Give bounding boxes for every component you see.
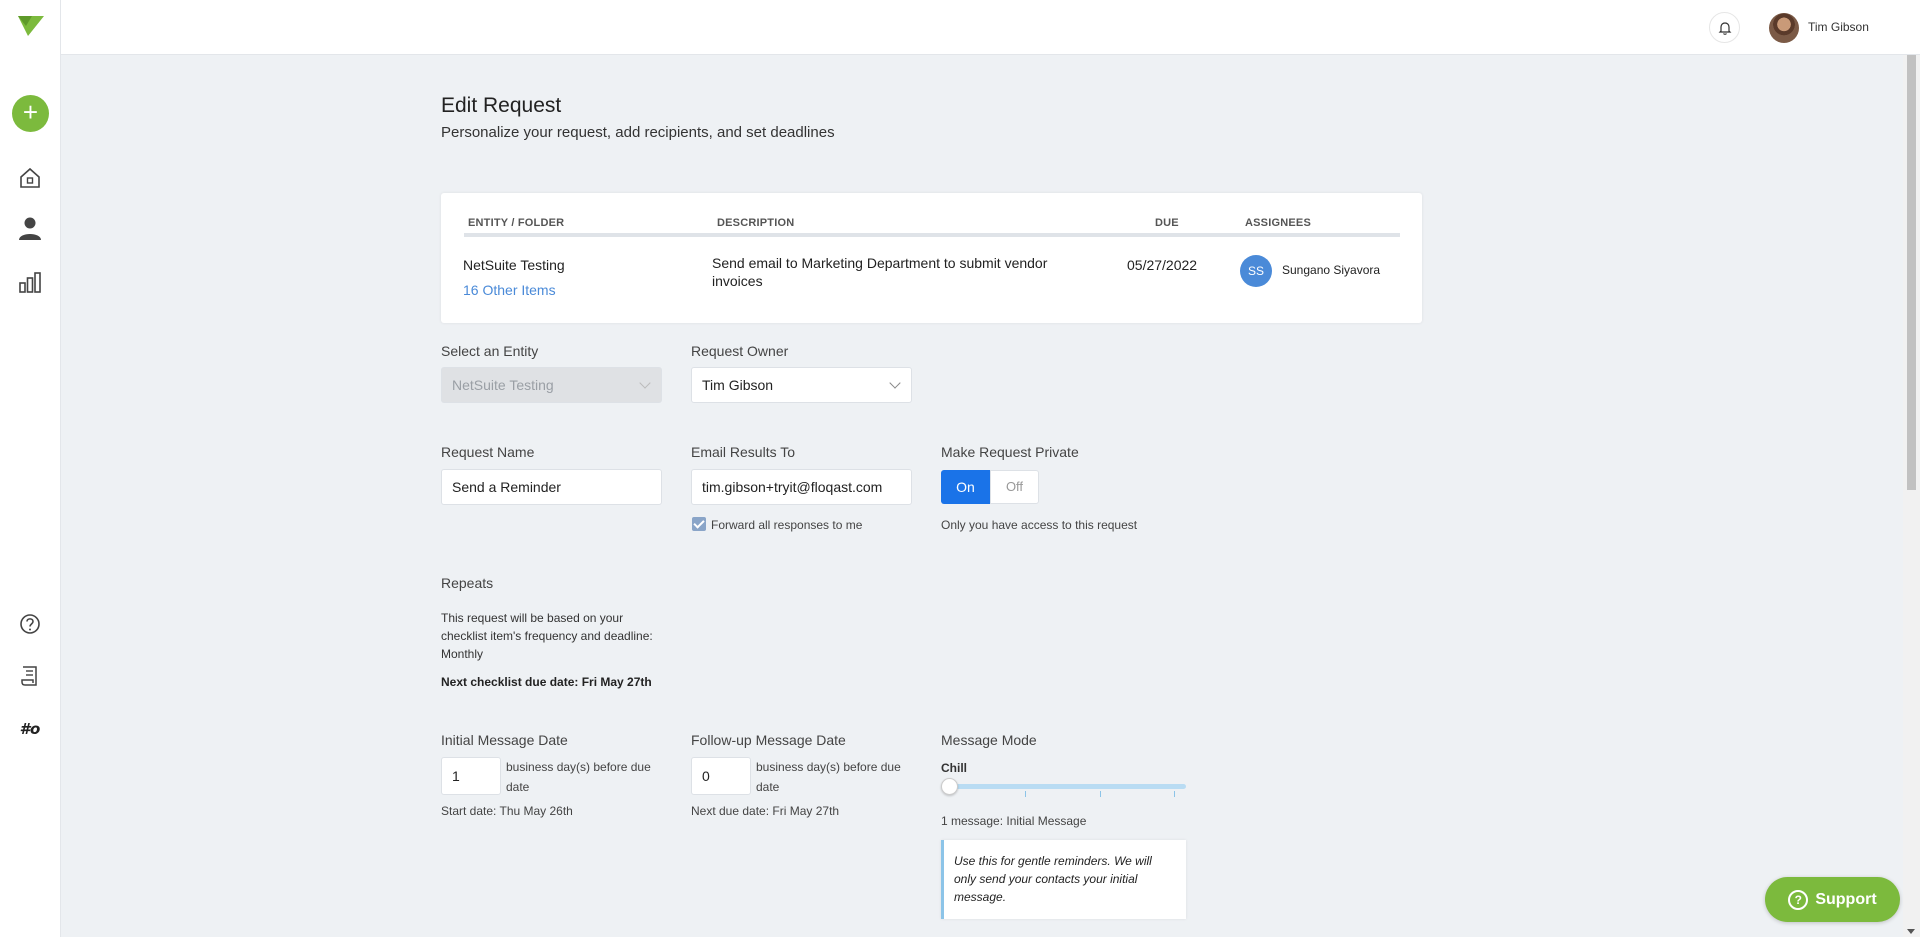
add-button[interactable]: + xyxy=(12,95,49,132)
bell-icon xyxy=(1718,21,1731,35)
logo-icon[interactable] xyxy=(18,14,44,38)
user-name[interactable]: Tim Gibson xyxy=(1808,20,1869,34)
followup-days-input[interactable] xyxy=(691,757,751,795)
email-label: Email Results To xyxy=(691,444,796,460)
message-mode-label: Message Mode xyxy=(941,732,1037,748)
slider-tick xyxy=(1100,791,1101,797)
question-icon: ? xyxy=(1788,889,1809,910)
entity-select-value: NetSuite Testing xyxy=(452,377,554,393)
scroll-down-arrow[interactable] xyxy=(1907,929,1915,934)
scrollbar-thumb[interactable] xyxy=(1907,55,1916,490)
assignee-avatar: SS xyxy=(1240,255,1272,287)
next-due-date: Next checklist due date: Fri May 27th xyxy=(441,675,652,689)
message-mode-value: Chill xyxy=(941,761,967,775)
slider-tick xyxy=(1025,791,1026,797)
help-icon[interactable] xyxy=(16,610,44,638)
other-items-link[interactable]: 16 Other Items xyxy=(463,282,556,298)
request-name-label: Request Name xyxy=(441,444,535,460)
followup-next-date: Next due date: Fri May 27th xyxy=(691,804,840,818)
message-count: 1 message: Initial Message xyxy=(941,814,1087,828)
followup-date-label: Follow-up Message Date xyxy=(691,732,846,748)
forward-label: Forward all responses to me xyxy=(711,518,863,532)
message-mode-info-text: Use this for gentle reminders. We will o… xyxy=(954,854,1152,904)
notes-icon[interactable] xyxy=(16,662,44,690)
page-scrollbar[interactable] xyxy=(1903,55,1920,937)
private-label: Make Request Private xyxy=(941,444,1079,460)
chevron-down-icon xyxy=(639,377,651,389)
chevron-down-icon xyxy=(889,377,901,389)
slider-handle[interactable] xyxy=(941,778,958,795)
owner-select[interactable]: Tim Gibson xyxy=(691,367,912,403)
chart-icon[interactable] xyxy=(16,268,44,296)
top-bar xyxy=(61,0,1920,55)
entity-label: Select an Entity xyxy=(441,343,539,359)
person-icon[interactable] xyxy=(16,214,44,242)
header-due: DUE xyxy=(1155,217,1179,229)
support-label: Support xyxy=(1815,890,1877,908)
description-line-2: invoices xyxy=(712,273,763,289)
forward-checkbox[interactable] xyxy=(692,517,706,531)
sidebar: + #o xyxy=(0,0,61,937)
initial-start-date: Start date: Thu May 26th xyxy=(441,804,573,818)
avatar[interactable] xyxy=(1769,13,1799,43)
page-subtitle: Personalize your request, add recipients… xyxy=(441,124,835,141)
header-description: DESCRIPTION xyxy=(717,217,795,229)
initial-days-suffix: business day(s) before due date xyxy=(506,760,651,794)
home-icon[interactable] xyxy=(16,164,44,192)
owner-select-value: Tim Gibson xyxy=(702,377,774,393)
add-icon: + xyxy=(22,97,39,127)
assignee-name: Sungano Siyavora xyxy=(1282,263,1381,277)
private-off-button[interactable]: Off xyxy=(990,470,1039,504)
notifications-button[interactable] xyxy=(1709,12,1740,43)
owner-label: Request Owner xyxy=(691,343,789,359)
private-on-button[interactable]: On xyxy=(941,470,990,504)
due-date: 05/27/2022 xyxy=(1127,257,1198,273)
initial-days-input[interactable] xyxy=(441,757,501,795)
page-title: Edit Request xyxy=(441,94,562,117)
message-mode-info: Use this for gentle reminders. We will o… xyxy=(941,840,1186,919)
message-mode-slider[interactable] xyxy=(949,784,1186,789)
description-line-1: Send email to Marketing Department to su… xyxy=(712,255,1048,271)
support-button[interactable]: ? Support xyxy=(1765,877,1900,922)
repeats-text: This request will be based on your check… xyxy=(441,611,653,661)
initial-date-label: Initial Message Date xyxy=(441,732,568,748)
header-assignees: ASSIGNEES xyxy=(1245,217,1311,229)
hashtag-icon[interactable]: #o xyxy=(13,714,47,744)
entity-select: NetSuite Testing xyxy=(441,367,662,403)
request-name-input[interactable] xyxy=(441,469,662,505)
repeats-label: Repeats xyxy=(441,575,494,591)
slider-tick xyxy=(1174,791,1175,797)
private-note: Only you have access to this request xyxy=(941,518,1138,532)
header-entity: ENTITY / FOLDER xyxy=(468,217,565,229)
email-input[interactable] xyxy=(691,469,912,505)
header-divider xyxy=(464,233,1400,237)
followup-days-suffix: business day(s) before due date xyxy=(756,760,901,794)
entity-name: NetSuite Testing xyxy=(463,257,565,273)
request-table: ENTITY / FOLDER DESCRIPTION DUE ASSIGNEE… xyxy=(441,193,1422,323)
